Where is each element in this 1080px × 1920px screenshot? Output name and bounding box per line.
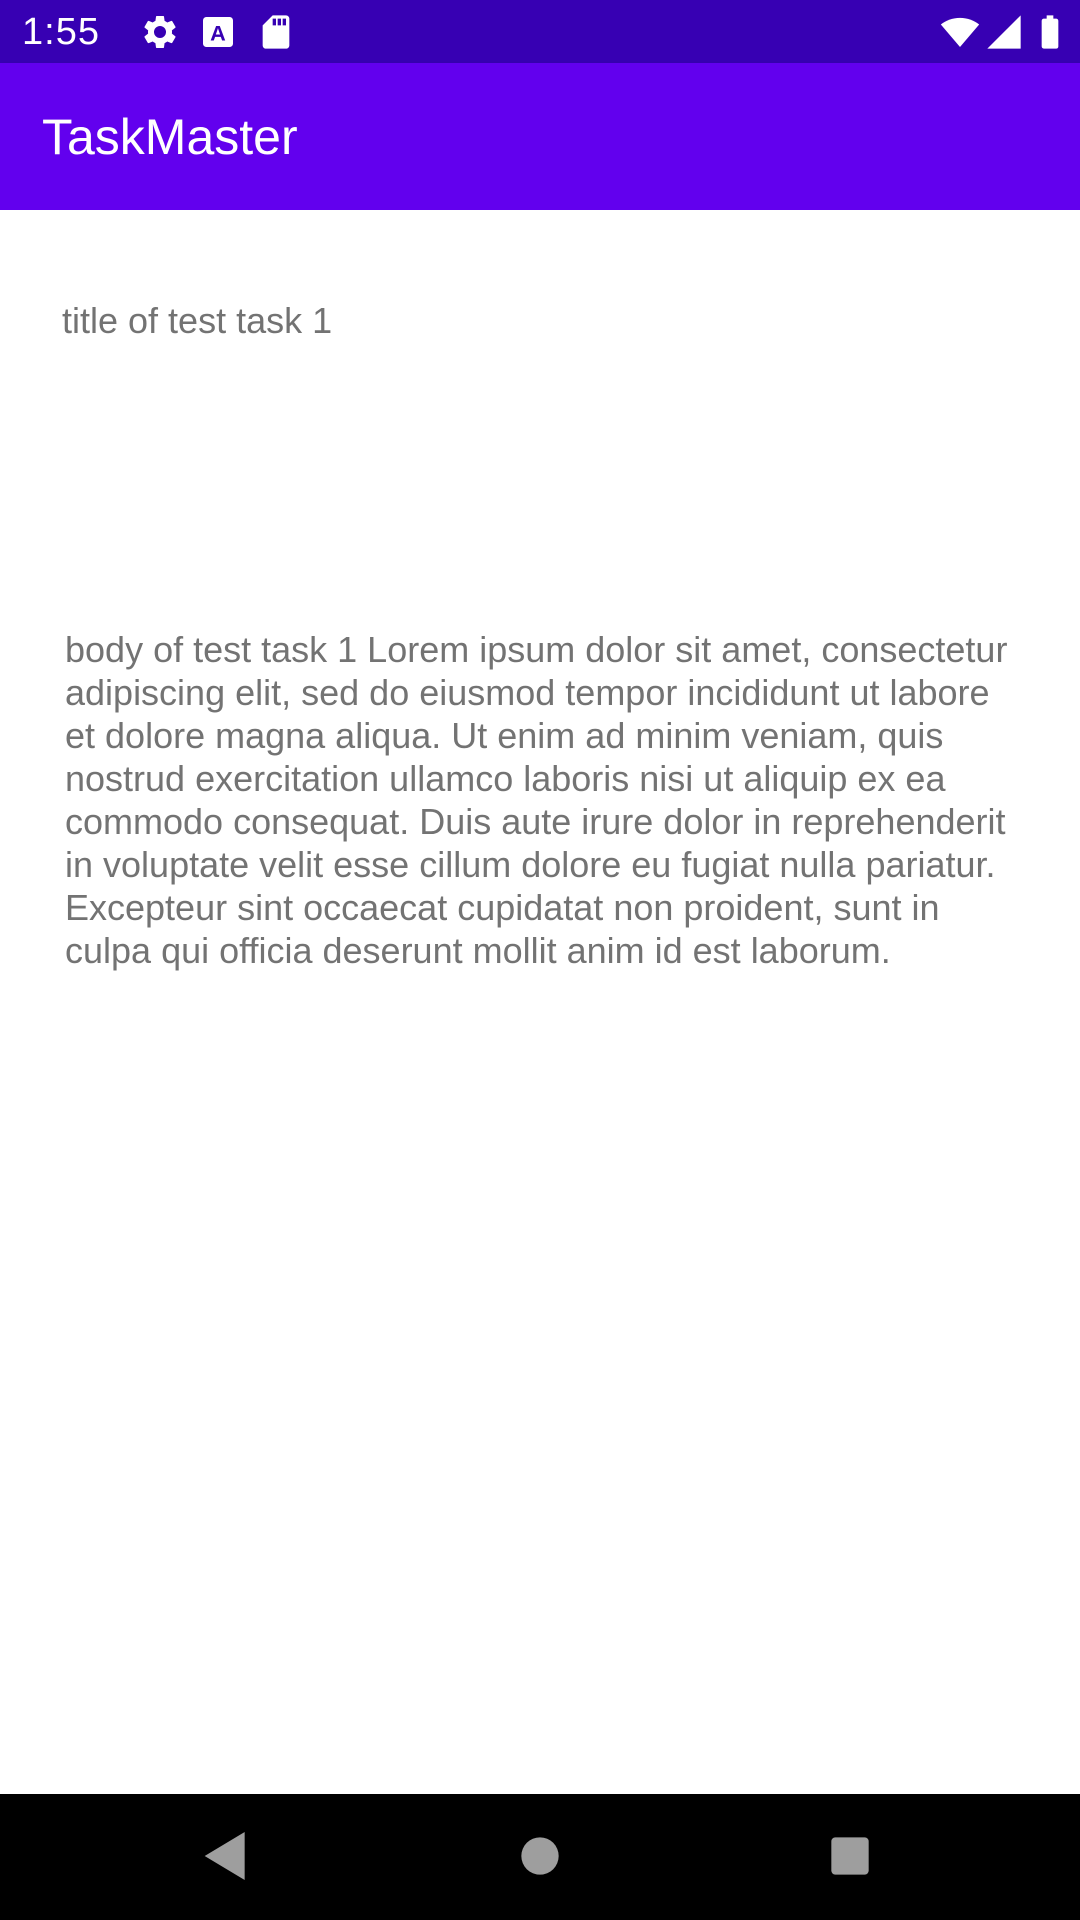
signal-icon xyxy=(987,15,1021,49)
navigation-bar xyxy=(0,1794,1080,1920)
battery-icon xyxy=(1041,15,1059,49)
recents-icon[interactable] xyxy=(818,1824,882,1888)
svg-text:A: A xyxy=(210,20,226,45)
back-icon[interactable] xyxy=(194,1824,258,1888)
home-icon[interactable] xyxy=(508,1824,572,1888)
task-title: title of test task 1 xyxy=(62,300,333,341)
settings-icon xyxy=(144,15,176,48)
app-title: TaskMaster xyxy=(42,109,298,165)
status-bar: 1:55 A xyxy=(0,0,1080,63)
task-body: body of test task 1 Lorem ipsum dolor si… xyxy=(65,629,1008,971)
keyboard-a-icon: A xyxy=(203,17,233,47)
status-time: 1:55 xyxy=(22,11,100,53)
sd-card-icon xyxy=(262,15,290,49)
app-bar: TaskMaster xyxy=(0,63,1080,210)
task-detail: title of test task 1 body of test task 1… xyxy=(0,210,1080,1794)
wifi-icon xyxy=(940,17,980,47)
